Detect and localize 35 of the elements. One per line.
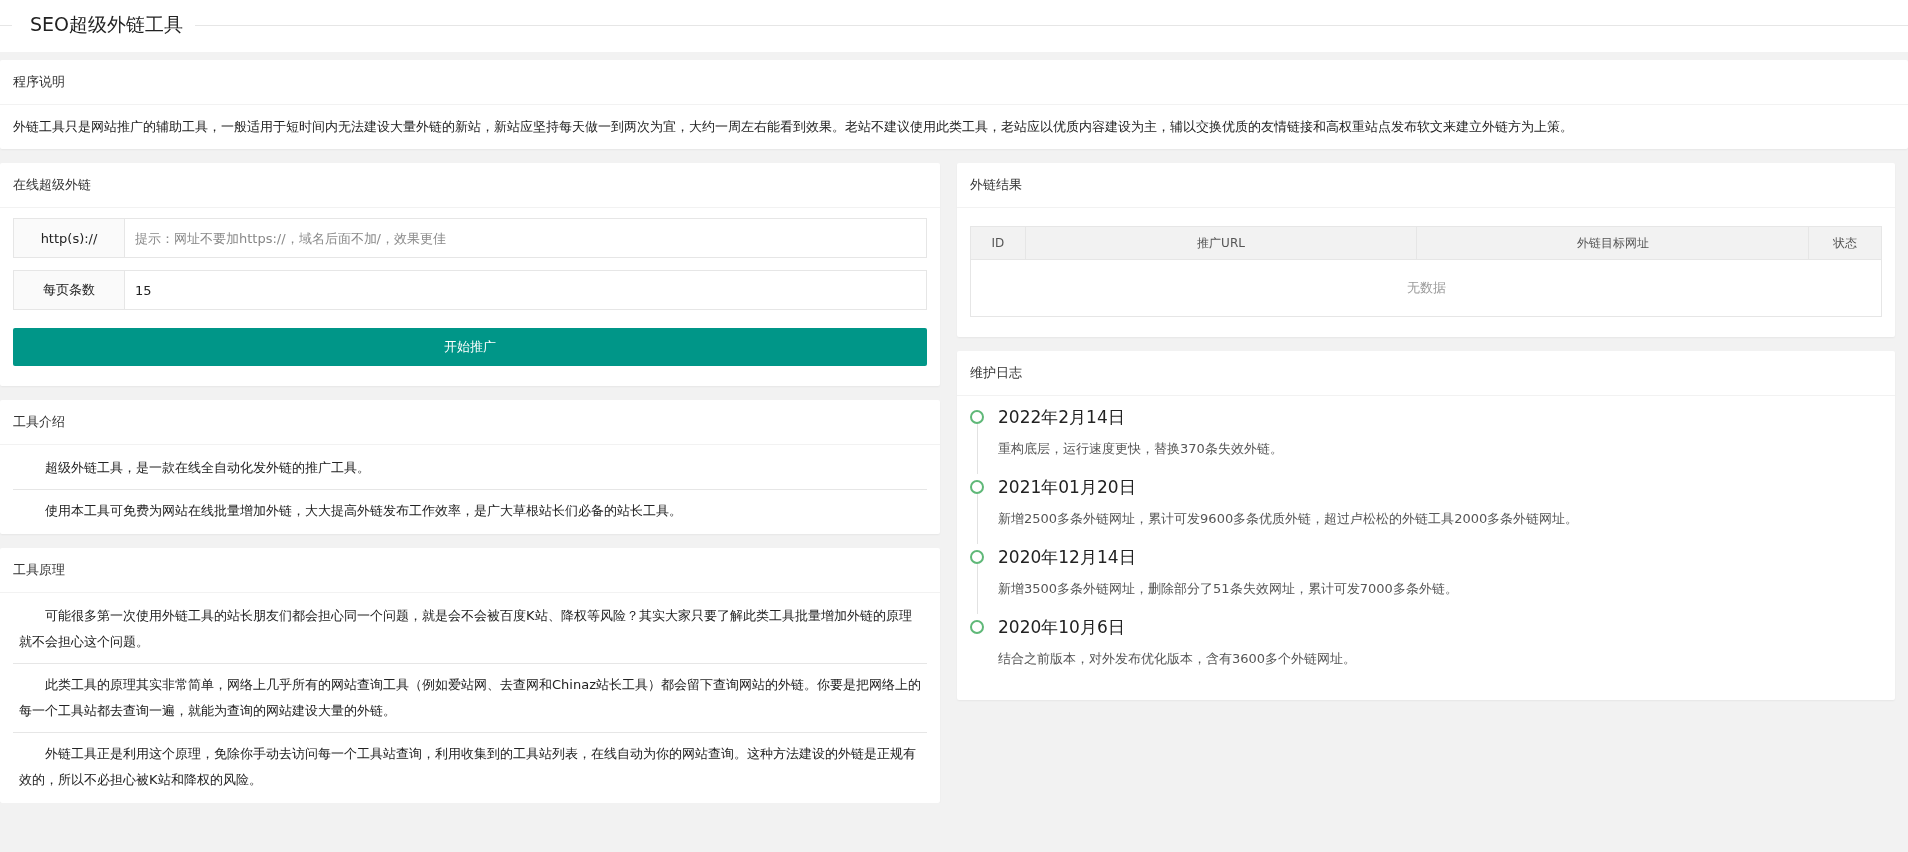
timeline-dot-icon	[970, 480, 984, 494]
paragraph: 使用本工具可免费为网站在线批量增加外链，大大提高外链发布工作效率，是广大草根站长们必备的站长工具。	[13, 489, 927, 532]
page-title: SEO超级外链工具	[29, 12, 185, 37]
log-text: 新增2500多条外链网址，累计可发9600多条优质外链，超过卢松松的外链工具2000多条外链网址。	[998, 510, 1580, 528]
input-group[interactable]: http(s):// 提示：网址不要加https://，域名后面不加/，效果更佳	[13, 218, 927, 258]
description-text: 外链工具只是网站推广的辅助工具，一般适用于短时间内无法建设大量外链的新站，新站应坚持每天做一到两次为宜，大约一周左右能看到效果。老站不建议使用此类工具，老站应以优质内容建设为主，辅以交换优质的友情链接和高权重站点发布软文来建立外链方为上策。	[13, 118, 1574, 136]
column-header: ID	[970, 226, 1026, 260]
card-title: 工具介绍	[0, 400, 940, 445]
column-header: 推广URL	[1025, 226, 1417, 260]
paragraph: 此类工具的原理其实非常简单，网络上几乎所有的网站查询工具（例如爱站网、去查网和Chinaz站长工具）都会留下查询网站的外链。你要是把网络上的每一个工具站都去查询一遍，就能为查询的网站建设大量的外链。	[13, 663, 927, 732]
log-text: 重构底层，运行速度更快，替换370条失效外链。	[998, 440, 1284, 458]
timeline-dot-icon	[970, 410, 984, 424]
empty-text: 无数据	[970, 259, 1882, 317]
paragraph: 外链工具正是利用这个原理，免除你手动去访问每一个工具站查询，利用收集到的工具站列表，在线自动为你的网站查询。这种方法建设的外链是正规有效的，所以不必担心被K站和降权的风险。	[13, 732, 927, 801]
column-header: 状态	[1808, 226, 1882, 260]
timeline-dot-icon	[970, 550, 984, 564]
log-date: 2022年2月14日	[998, 406, 1126, 429]
log-date: 2020年10月6日	[998, 616, 1126, 639]
paragraph: 可能很多第一次使用外链工具的站长朋友们都会担心同一个问题，就是会不会被百度K站、降权等风险？其实大家只要了解此类工具批量增加外链的原理就不会担心这个问题。	[18, 607, 913, 651]
card-title: 程序说明	[0, 60, 1908, 105]
log-text: 结合之前版本，对外发布优化版本，含有3600多个外链网址。	[998, 650, 1358, 668]
log-date: 2021年01月20日	[998, 476, 1137, 499]
log-text: 新增3500多条外链网址，删除部分了51条失效网址，累计可发7000多条外链。	[998, 580, 1459, 598]
field-label: http(s)://	[14, 219, 125, 257]
card-title: 外链结果	[957, 163, 1895, 208]
paragraph: 超级外链工具，是一款在线全自动化发外链的推广工具。	[44, 459, 371, 477]
card-title: 维护日志	[957, 351, 1895, 396]
timeline-dot-icon	[970, 620, 984, 634]
start-button[interactable]: 开始推广	[13, 328, 927, 366]
card-title: 工具原理	[0, 548, 940, 593]
field-label: 每页条数	[14, 271, 125, 309]
input-group[interactable]: 每页条数 15	[13, 270, 927, 310]
log-date: 2020年12月14日	[998, 546, 1137, 569]
card-title: 在线超级外链	[0, 163, 940, 208]
column-header: 外链目标网址	[1416, 226, 1809, 260]
